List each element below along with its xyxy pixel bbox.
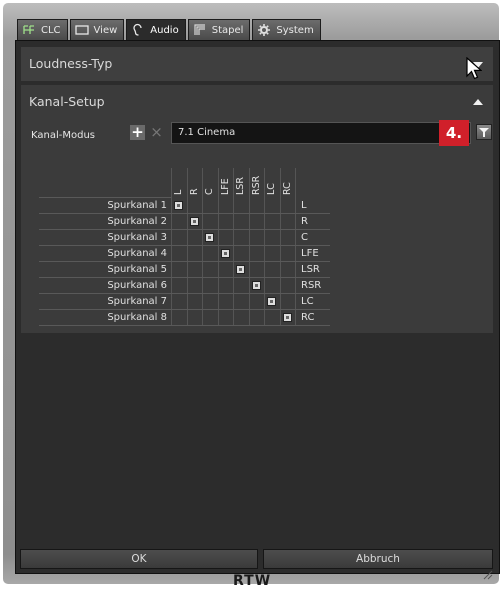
row-line bbox=[39, 197, 171, 198]
row-label: Spurkanal 4 bbox=[107, 248, 167, 259]
audio-panel: Loudness-Typ Kanal-Setup Kanal-Modus + ×… bbox=[15, 40, 500, 574]
select-value: 7.1 Cinema bbox=[178, 127, 236, 138]
cancel-button[interactable]: Abbruch bbox=[263, 549, 493, 569]
tab-bar: CLC View Audio Stapel System bbox=[17, 19, 323, 41]
row-label: Spurkanal 3 bbox=[107, 232, 167, 243]
loudness-section-header[interactable]: Loudness-Typ bbox=[21, 47, 493, 81]
gear-icon bbox=[256, 22, 272, 38]
row-line bbox=[39, 261, 330, 262]
row-label: Spurkanal 5 bbox=[107, 264, 167, 275]
output-label: L bbox=[301, 200, 307, 211]
column-label: LSR bbox=[235, 177, 246, 195]
routing-checkbox[interactable] bbox=[189, 217, 199, 226]
routing-checkbox[interactable] bbox=[174, 201, 183, 210]
routing-checkbox[interactable] bbox=[236, 265, 245, 274]
resize-grip-icon[interactable] bbox=[483, 570, 493, 580]
grid-line bbox=[217, 168, 219, 326]
mouse-cursor-icon bbox=[466, 57, 482, 80]
view-icon bbox=[74, 22, 90, 38]
grid-line bbox=[233, 168, 234, 326]
output-label: LSR bbox=[301, 264, 320, 275]
routing-checkbox[interactable] bbox=[251, 281, 261, 290]
row-label: Spurkanal 1 bbox=[107, 200, 167, 211]
row-label: Spurkanal 6 bbox=[107, 280, 167, 291]
dropdown-button[interactable] bbox=[476, 124, 492, 140]
column-label: RC bbox=[281, 182, 293, 195]
row-line bbox=[39, 213, 330, 214]
kanal-modus-select[interactable]: 7.1 Cinema bbox=[171, 122, 471, 144]
tab-stapel[interactable]: Stapel bbox=[187, 19, 251, 40]
section-title: Kanal-Setup bbox=[29, 94, 105, 109]
step-badge: 4. bbox=[439, 120, 469, 146]
routing-checkbox[interactable] bbox=[282, 313, 292, 322]
row-label: Spurkanal 8 bbox=[107, 312, 167, 323]
grid-line bbox=[202, 168, 203, 326]
tab-audio[interactable]: Audio bbox=[126, 19, 186, 40]
output-label: C bbox=[301, 232, 308, 243]
delete-button[interactable]: × bbox=[149, 125, 164, 140]
row-line bbox=[39, 309, 330, 310]
tab-label: Stapel bbox=[211, 24, 244, 36]
ok-button[interactable]: OK bbox=[20, 549, 258, 569]
routing-checkbox[interactable] bbox=[267, 297, 276, 306]
tab-clc[interactable]: CLC bbox=[17, 19, 68, 40]
section-title: Loudness-Typ bbox=[29, 56, 113, 71]
brand-logo: RTW bbox=[233, 573, 272, 589]
ear-icon bbox=[130, 22, 146, 38]
grid-line bbox=[186, 168, 188, 326]
tab-system[interactable]: System bbox=[252, 19, 321, 40]
output-label: LC bbox=[301, 296, 314, 307]
output-label: LFE bbox=[301, 248, 319, 259]
tab-label: CLC bbox=[41, 24, 61, 36]
row-line bbox=[39, 277, 330, 278]
column-label: L bbox=[173, 189, 184, 195]
column-label: R bbox=[188, 188, 200, 195]
tab-label: View bbox=[93, 24, 118, 36]
grid-line bbox=[295, 168, 296, 326]
grid-line bbox=[171, 168, 172, 326]
row-label: Spurkanal 7 bbox=[107, 296, 167, 307]
add-button[interactable]: + bbox=[130, 125, 145, 140]
routing-checkbox[interactable] bbox=[220, 249, 230, 258]
button-bar: OK Abbruch bbox=[15, 549, 498, 571]
clc-icon bbox=[21, 22, 37, 38]
grid-line bbox=[279, 168, 281, 326]
column-label: LFE bbox=[219, 178, 231, 195]
collapse-arrow-icon[interactable] bbox=[473, 99, 483, 105]
tab-label: System bbox=[276, 24, 314, 36]
output-label: RSR bbox=[301, 280, 322, 291]
row-line bbox=[39, 293, 330, 294]
row-label: Spurkanal 2 bbox=[107, 216, 167, 227]
routing-checkbox[interactable] bbox=[205, 233, 214, 242]
output-label: RC bbox=[301, 312, 315, 323]
kanal-modus-label: Kanal-Modus bbox=[31, 130, 96, 141]
grid-line bbox=[264, 168, 265, 326]
row-line bbox=[39, 325, 330, 326]
row-line bbox=[39, 229, 330, 230]
column-label: C bbox=[204, 188, 215, 195]
output-label: R bbox=[301, 216, 308, 227]
grid-line bbox=[248, 168, 250, 326]
tab-view[interactable]: View bbox=[69, 19, 125, 40]
filter-icon bbox=[479, 127, 489, 137]
row-line bbox=[39, 245, 330, 246]
column-label: RSR bbox=[250, 175, 262, 195]
stack-icon bbox=[192, 22, 208, 38]
dialog-window: CLC View Audio Stapel System Loudness-Ty… bbox=[3, 3, 500, 589]
kanal-setup-section: Kanal-Setup Kanal-Modus + × 7.1 Cinema 4… bbox=[21, 85, 493, 333]
tab-label: Audio bbox=[150, 24, 179, 36]
column-label: LC bbox=[266, 183, 277, 195]
